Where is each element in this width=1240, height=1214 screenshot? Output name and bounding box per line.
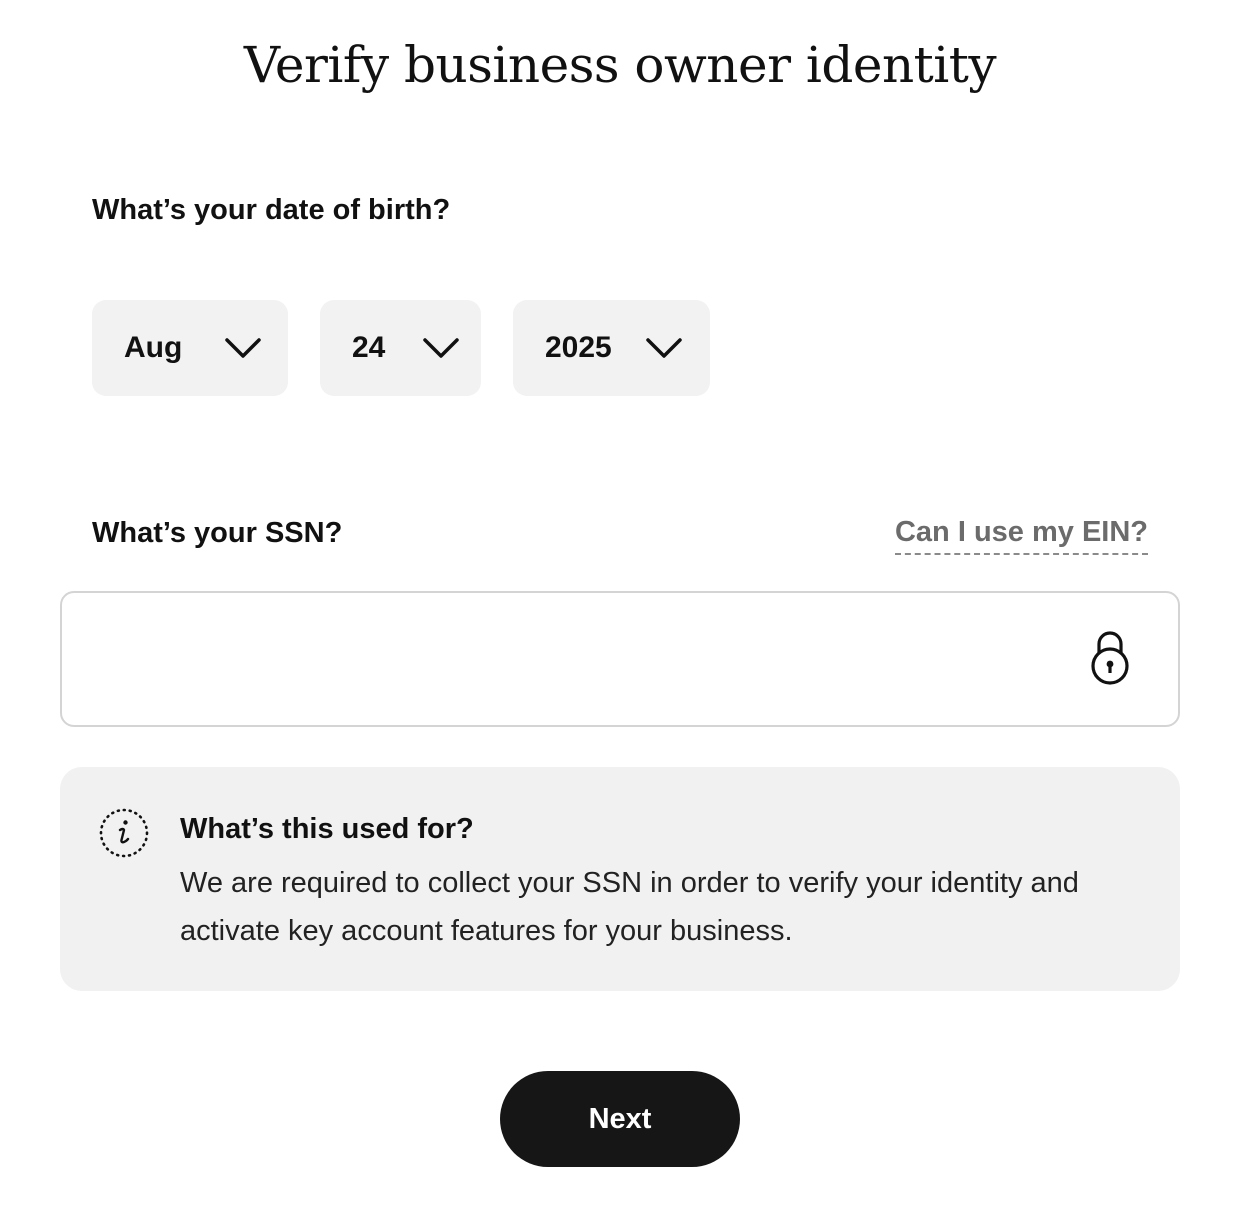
lock-icon	[1091, 631, 1129, 685]
info-box: What’s this used for? We are required to…	[60, 767, 1180, 991]
chevron-down-icon	[225, 338, 261, 358]
year-select[interactable]: 2025	[513, 300, 710, 396]
info-title: What’s this used for?	[180, 813, 474, 845]
day-select[interactable]: 24	[320, 300, 481, 396]
chevron-down-icon	[423, 338, 459, 358]
ein-help-link[interactable]: Can I use my EIN?	[894, 516, 1148, 555]
page-title: Verify business owner identity	[243, 36, 997, 94]
verify-identity-page: Verify business owner identity What’s yo…	[0, 0, 1240, 1214]
year-value: 2025	[545, 331, 612, 364]
dob-label: What’s your date of birth?	[92, 194, 451, 226]
month-value: Aug	[124, 331, 183, 364]
month-select[interactable]: Aug	[92, 300, 288, 396]
info-icon	[99, 808, 149, 858]
day-value: 24	[352, 331, 386, 364]
chevron-down-icon	[646, 338, 682, 358]
ssn-input[interactable]	[92, 593, 1076, 727]
ssn-field	[60, 591, 1180, 727]
next-button[interactable]: Next	[500, 1071, 740, 1167]
ssn-label: What’s your SSN?	[92, 517, 343, 549]
info-body: We are required to collect your SSN in o…	[180, 867, 1079, 947]
